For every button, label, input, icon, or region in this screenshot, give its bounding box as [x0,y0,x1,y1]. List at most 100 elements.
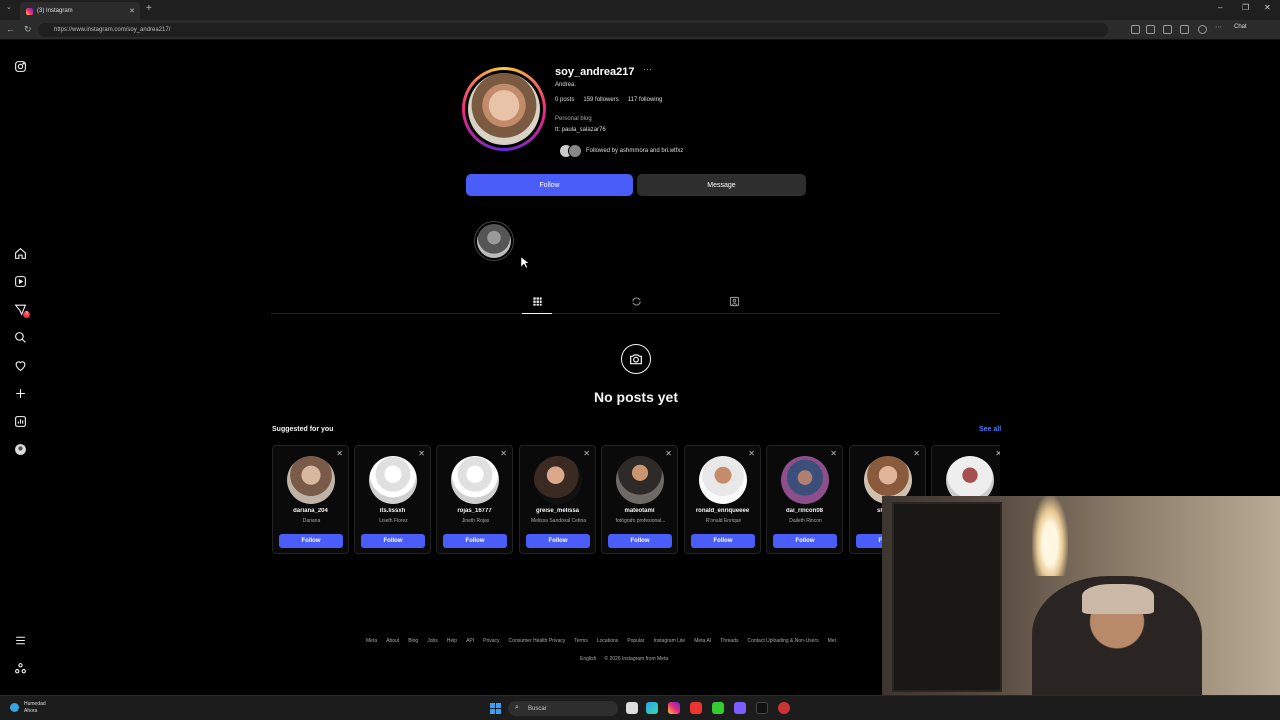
footer-link[interactable]: Threads [720,638,738,644]
see-all-link[interactable]: See all [979,426,1001,433]
suggestion-username[interactable]: dariana_204 [273,508,348,514]
footer-link[interactable]: Meta AI [694,638,711,644]
suggestion-avatar[interactable] [616,456,664,504]
taskbar-search[interactable]: ⌕ Buscar [508,701,618,716]
suggestion-card[interactable]: ✕ mateotami fotógrafo profesional... Fol… [601,445,678,554]
options-icon[interactable]: ··· [643,64,652,74]
suggestion-follow-button[interactable]: Follow [691,534,755,548]
profile-icon[interactable] [13,442,27,456]
suggestion-username[interactable]: greise_melissa [520,508,595,514]
youtube-icon[interactable] [690,702,702,714]
messages-icon[interactable]: 3 [13,302,30,318]
suggestion-follow-button[interactable]: Follow [526,534,590,548]
shield-icon[interactable] [1163,25,1172,34]
dismiss-icon[interactable]: ✕ [500,449,507,458]
dismiss-icon[interactable]: ✕ [336,449,343,458]
extension-icon[interactable] [1131,25,1140,34]
dismiss-icon[interactable]: ✕ [913,449,920,458]
task-view-icon[interactable] [626,702,638,714]
suggestion-avatar[interactable] [287,456,335,504]
new-tab-icon[interactable]: + [146,3,152,14]
dismiss-icon[interactable]: ✕ [830,449,837,458]
footer-link[interactable]: Contact Uploading & Non-Users [747,638,818,644]
tiktok-icon[interactable] [756,702,768,714]
footer-link[interactable]: Consumer Health Privacy [509,638,566,644]
suggestion-follow-button[interactable]: Follow [361,534,425,548]
footer-link[interactable]: API [466,638,474,644]
minimize-icon[interactable]: – [1218,3,1222,12]
footer-link[interactable]: Blog [408,638,418,644]
suggestion-username[interactable]: mateotami [602,508,677,514]
footer-link[interactable]: About [386,638,399,644]
suggestion-username[interactable]: dai_rincon08 [767,508,842,514]
suggestion-avatar[interactable] [699,456,747,504]
windows-start-icon[interactable] [490,703,501,714]
favorites-icon[interactable] [1180,25,1189,34]
chat-button[interactable]: Chat [1234,24,1247,30]
kick-icon[interactable] [712,702,724,714]
footer-link[interactable]: Popular [627,638,644,644]
messenger-icon[interactable] [734,702,746,714]
suggestion-follow-button[interactable]: Follow [279,534,343,548]
default-avatar-icon[interactable] [451,456,499,504]
message-button[interactable]: Message [637,174,806,196]
dashboard-icon[interactable] [13,414,27,428]
restore-icon[interactable]: ❐ [1242,3,1249,12]
suggestion-avatar[interactable] [781,456,829,504]
suggestion-username[interactable]: its.lissxh [355,508,430,514]
footer-link[interactable]: Privacy [483,638,499,644]
address-bar[interactable]: https://www.instagram.com/soy_andrea217/ [38,23,1108,37]
hamburger-menu-icon[interactable] [13,633,27,647]
dismiss-icon[interactable]: ✕ [665,449,672,458]
tab-tagged-icon[interactable] [727,294,741,308]
tab-reposts-icon[interactable] [629,294,643,308]
suggestion-card[interactable]: ✕ dai_rincon08 Daileth Rincon Follow [766,445,843,554]
search-icon[interactable] [13,330,27,344]
suggestion-follow-button[interactable]: Follow [443,534,507,548]
suggestion-avatar[interactable] [534,456,582,504]
footer-link[interactable]: Terms [574,638,588,644]
footer-link[interactable]: Jobs [427,638,438,644]
close-tab-icon[interactable]: ✕ [129,7,135,15]
dismiss-icon[interactable]: ✕ [995,449,1000,458]
weather-widget[interactable]: Humedad Ahora [10,701,46,715]
tab-list-icon[interactable]: ⌄ [6,3,12,11]
heart-icon[interactable] [13,358,27,372]
dismiss-icon[interactable]: ✕ [748,449,755,458]
edge-icon[interactable] [646,702,658,714]
dismiss-icon[interactable]: ✕ [583,449,590,458]
reload-icon[interactable]: ↻ [24,24,32,35]
suggestion-follow-button[interactable]: Follow [773,534,837,548]
suggestion-card[interactable]: ✕ greise_melissa Melissa Sandoval Cetina… [519,445,596,554]
instagram-logo-icon[interactable] [13,59,27,73]
language-select[interactable]: English [580,656,596,662]
more-menu-icon[interactable]: ⋯ [1215,23,1224,32]
suggestion-follow-button[interactable]: Follow [608,534,672,548]
home-icon[interactable] [13,246,27,260]
default-avatar-icon[interactable] [369,456,417,504]
obs-icon[interactable] [778,702,790,714]
story-highlight[interactable] [474,221,514,261]
create-plus-icon[interactable] [13,386,27,400]
follow-button[interactable]: Follow [466,174,633,196]
footer-link[interactable]: Met [828,638,836,644]
suggestion-card[interactable]: ✕ ronald_enriqueeee R'onald Enrique Foll… [684,445,761,554]
footer-link[interactable]: Meta [366,638,377,644]
suggestion-card[interactable]: ✕ rojas_16777 Jineth Rojas Follow [436,445,513,554]
reels-icon[interactable] [13,274,27,288]
footer-link[interactable]: Locations [597,638,618,644]
bookmark-star-icon[interactable] [1146,25,1155,34]
dismiss-icon[interactable]: ✕ [418,449,425,458]
footer-link[interactable]: Help [447,638,457,644]
back-icon[interactable]: ← [6,24,15,34]
suggestion-username[interactable]: rojas_16777 [437,508,512,514]
suggestion-card[interactable]: ✕ dariana_204 Dariana Follow [272,445,349,554]
following-link[interactable]: 117 following [628,97,663,103]
profile-avatar[interactable] [462,67,546,151]
meta-apps-icon[interactable] [13,661,27,675]
followers-link[interactable]: 159 followers [583,97,618,103]
close-window-icon[interactable]: ✕ [1264,3,1271,12]
followed-by[interactable]: Followed by ashmmora and bri.wtfxz [555,144,683,158]
suggestion-card[interactable]: ✕ its.lissxh Liseth Florez Follow [354,445,431,554]
suggestion-username[interactable]: ronald_enriqueeee [685,508,760,514]
